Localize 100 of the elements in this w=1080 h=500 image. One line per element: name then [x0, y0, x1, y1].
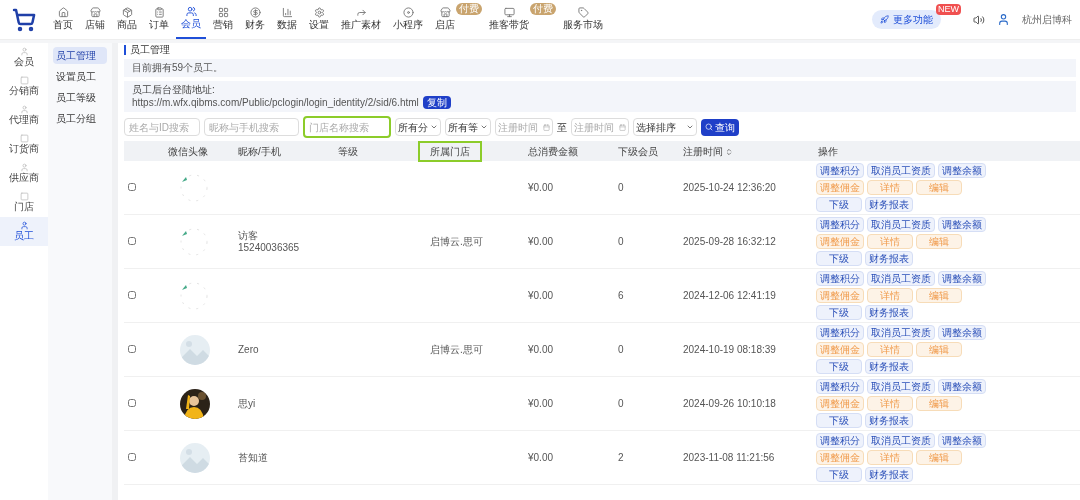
nav-item[interactable]: 店铺 [80, 0, 110, 39]
sidebar-item[interactable]: 门店 [0, 188, 48, 217]
nav-item[interactable]: 订单 [144, 0, 174, 39]
action-button[interactable]: 下级 [816, 251, 862, 266]
subnav-item[interactable]: 员工管理 [53, 47, 107, 64]
sidebar-item[interactable]: 分销商 [0, 72, 48, 101]
nav-item[interactable]: 推广素材 [336, 0, 386, 39]
nav-item[interactable]: 财务 [240, 0, 270, 39]
action-button[interactable]: 调整积分 [816, 217, 864, 232]
amount-text: ¥0.00 [528, 344, 554, 355]
dropdown[interactable]: 所有等 [445, 118, 491, 136]
column-header: 昵称/手机 [238, 145, 281, 159]
row-checkbox[interactable] [128, 399, 136, 407]
grid-icon [217, 7, 229, 18]
sidebar-item[interactable]: 订货商 [0, 130, 48, 159]
action-button[interactable]: 调整余额 [938, 325, 986, 340]
registration-time: 2024-10-19 08:18:39 [683, 344, 776, 355]
share-icon [355, 7, 367, 18]
action-button[interactable]: 财务报表 [865, 359, 913, 374]
action-button[interactable]: 下级 [816, 359, 862, 374]
action-button[interactable]: 调整余额 [938, 271, 986, 286]
action-button[interactable]: 取消员工资质 [867, 163, 935, 178]
sidebar-item[interactable]: 供应商 [0, 159, 48, 188]
subordinate-count: 0 [618, 344, 624, 355]
action-button[interactable]: 下级 [816, 197, 862, 212]
paid-badge: 付费 [530, 3, 556, 15]
broken-image-icon [180, 281, 208, 310]
action-button[interactable]: 调整余额 [938, 379, 986, 394]
action-button[interactable]: 财务报表 [865, 413, 913, 428]
amount-text: ¥0.00 [528, 236, 554, 247]
speaker-icon[interactable] [973, 13, 985, 26]
search-field[interactable]: 昵称与手机搜索 [204, 118, 299, 136]
subnav-item[interactable]: 设置员工 [53, 68, 107, 85]
action-button[interactable]: 取消员工资质 [867, 271, 935, 286]
menu-icon [19, 134, 29, 143]
copy-button[interactable]: 复制 [422, 96, 451, 109]
paid-badge: 付费 [456, 3, 482, 15]
action-button[interactable]: 调整积分 [816, 163, 864, 178]
action-button[interactable]: 取消员工资质 [867, 217, 935, 232]
cart-logo-icon[interactable] [12, 7, 36, 32]
nav-item[interactable]: 会员 [176, 0, 206, 39]
coin-icon [249, 7, 261, 18]
nav-item[interactable]: 首页 [48, 0, 78, 39]
phone-text: 15240036365 [238, 241, 301, 254]
sidebar-item[interactable]: 会员 [0, 43, 48, 72]
row-checkbox[interactable] [128, 453, 136, 461]
action-button[interactable]: 财务报表 [865, 305, 913, 320]
action-button[interactable]: 下级 [816, 305, 862, 320]
monitor-icon [503, 7, 515, 18]
action-button[interactable]: 取消员工资质 [867, 433, 935, 448]
store-text: 启博云.思可 [430, 236, 483, 247]
nav-item[interactable]: 营销 [208, 0, 238, 39]
nav-item[interactable]: 小程序 [388, 0, 428, 39]
store-icon [89, 7, 101, 18]
account-name[interactable]: 杭州启博科 [1022, 12, 1072, 27]
sidebar-item[interactable]: 代理商 [0, 101, 48, 130]
row-checkbox[interactable] [128, 345, 136, 353]
search-field[interactable]: 门店名称搜索 [303, 116, 391, 138]
sidebar-item[interactable]: 员工 [0, 217, 48, 246]
dropdown[interactable]: 所有分 [395, 118, 441, 136]
nickname-text: 访客 [238, 229, 259, 242]
action-button[interactable]: 下级 [816, 467, 862, 482]
nav-item[interactable]: 设置 [304, 0, 334, 39]
action-button[interactable]: 调整余额 [938, 163, 986, 178]
action-button[interactable]: 财务报表 [865, 251, 913, 266]
action-button[interactable]: 调整积分 [816, 433, 864, 448]
action-button[interactable]: 财务报表 [865, 197, 913, 212]
chevron-down-icon [480, 123, 488, 131]
action-button[interactable]: 财务报表 [865, 467, 913, 482]
action-button[interactable]: 调整积分 [816, 325, 864, 340]
new-badge: NEW [936, 4, 961, 15]
action-button[interactable]: 取消员工资质 [867, 379, 935, 394]
subnav-item[interactable]: 员工等级 [53, 89, 107, 106]
home-icon [57, 7, 69, 18]
action-button[interactable]: 调整余额 [938, 433, 986, 448]
user-avatar-icon[interactable] [997, 13, 1010, 26]
subnav-item[interactable]: 员工分组 [53, 110, 107, 127]
nav-item[interactable]: 数据 [272, 0, 302, 39]
amount-text: ¥0.00 [528, 290, 554, 301]
column-header: 微信头像 [168, 145, 208, 159]
subordinate-count: 0 [618, 398, 624, 409]
column-header: 注册时间 [683, 145, 723, 159]
action-button[interactable]: 调整积分 [816, 271, 864, 286]
search-field[interactable]: 姓名与ID搜索 [124, 118, 200, 136]
page-title: 员工管理 [124, 45, 1080, 55]
registration-time: 2025-10-24 12:36:20 [683, 182, 776, 193]
nav-item[interactable]: 服务市场 [558, 0, 608, 39]
row-checkbox[interactable] [128, 291, 136, 299]
sort-dropdown[interactable]: 选择排序 [633, 118, 697, 136]
action-button[interactable]: 调整余额 [938, 217, 986, 232]
action-button[interactable]: 下级 [816, 413, 862, 428]
row-checkbox[interactable] [128, 237, 136, 245]
action-button[interactable]: 调整积分 [816, 379, 864, 394]
search-button[interactable]: 查询 [701, 118, 739, 136]
subordinate-count: 0 [618, 182, 624, 193]
action-button[interactable]: 取消员工资质 [867, 325, 935, 340]
row-checkbox[interactable] [128, 183, 136, 191]
nav-item[interactable]: 商品 [112, 0, 142, 39]
nickname-text: 苔知道 [238, 451, 269, 464]
sort-icon[interactable] [725, 147, 733, 156]
